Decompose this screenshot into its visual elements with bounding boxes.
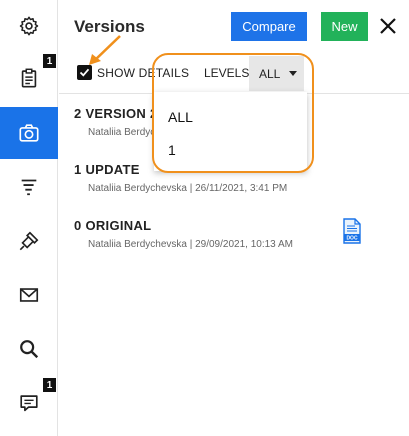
search-icon bbox=[20, 340, 39, 359]
rail-versions[interactable] bbox=[0, 107, 58, 159]
tasks-count-badge: 1 bbox=[43, 54, 56, 68]
doc-file-label: DOC bbox=[346, 236, 358, 242]
clipboard-icon bbox=[21, 68, 37, 88]
comment-icon bbox=[20, 395, 38, 412]
close-icon[interactable] bbox=[377, 15, 399, 37]
filter-icon bbox=[21, 179, 37, 196]
left-rail: 1 1 bbox=[0, 0, 58, 436]
rail-settings[interactable] bbox=[0, 0, 58, 52]
gear-icon bbox=[19, 16, 39, 36]
version-title: 0 ORIGINAL bbox=[74, 218, 152, 233]
rail-email[interactable] bbox=[0, 269, 58, 321]
annotation-arrow-icon bbox=[89, 35, 121, 65]
rail-search[interactable] bbox=[0, 323, 58, 375]
rail-filter[interactable] bbox=[0, 160, 58, 212]
rail-stamp[interactable] bbox=[0, 215, 58, 267]
version-meta: Nataliia Berdychevska | 29/09/2021, 10:1… bbox=[88, 239, 293, 250]
doc-file-icon[interactable]: DOC bbox=[343, 218, 361, 244]
version-item[interactable]: 0 ORIGINAL Nataliia Berdychevska | 29/09… bbox=[74, 218, 293, 250]
new-version-button[interactable]: New bbox=[321, 12, 368, 41]
stamp-icon bbox=[19, 231, 39, 251]
checkmark-icon bbox=[79, 68, 90, 77]
compare-button[interactable]: Compare bbox=[231, 12, 307, 41]
envelope-icon bbox=[19, 288, 39, 302]
comments-count-badge: 1 bbox=[43, 378, 56, 392]
version-meta: Nataliia Berdychevska | 26/11/2021, 3:41… bbox=[88, 183, 288, 194]
annotation-highlight bbox=[152, 53, 314, 173]
camera-icon bbox=[19, 124, 39, 142]
